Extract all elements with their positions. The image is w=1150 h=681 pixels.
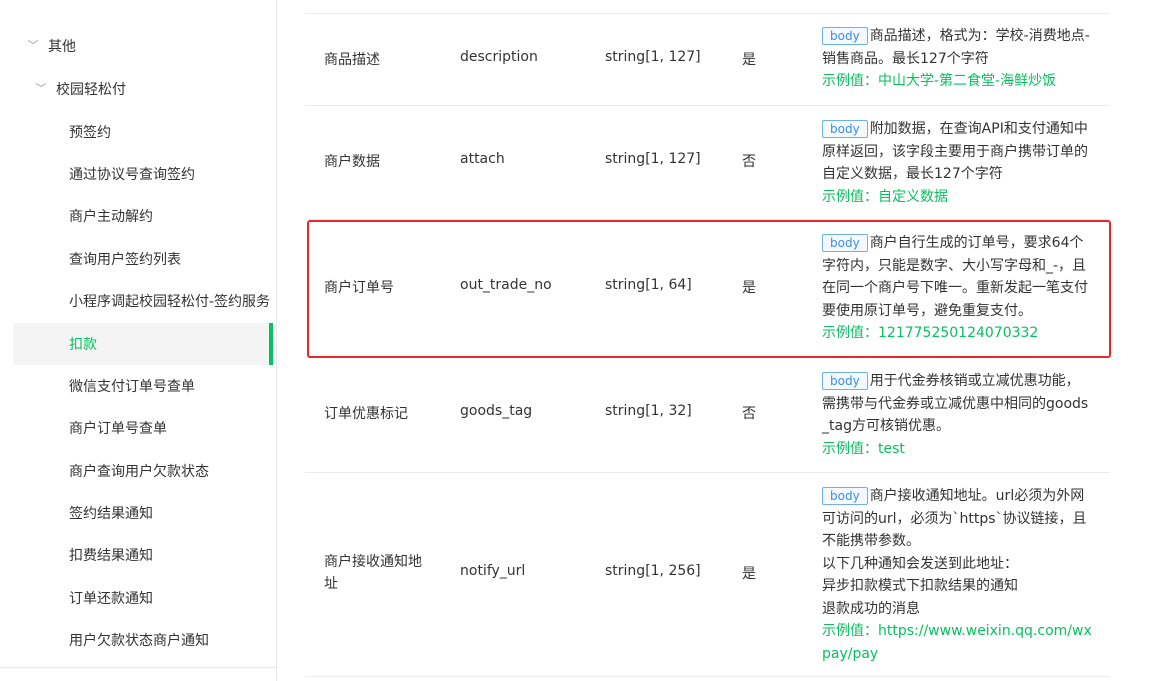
param-required: 是 [742,566,756,582]
sidebar-item-query-sign-by-contract[interactable]: 通过协议号查询签约 [0,153,345,195]
body-badge: body [822,372,868,390]
param-name: 商户订单号 [324,280,394,296]
table-row: 商户接收通知地 址 notify_url string[1, 256] 是 bo… [305,473,1110,677]
sidebar-item-label: 预签约 [69,125,111,141]
param-type: string[1, 64] [605,277,692,293]
sidebar-item-label: 小程序调起校园轻松付-签约服务 [69,294,271,310]
chevron-down-icon: ﹀ [35,82,47,95]
sidebar-item-debt-status-notify[interactable]: 用户欠款状态商户通知 [0,619,345,661]
desc-line: 异步扣款模式下扣款结果的通知 [822,578,1018,594]
param-name-line: 商户接收通知地 [324,554,422,570]
desc-line: 销售商品。最长127个字符 [822,50,989,67]
example-value: 示例值：中山大学-第二食堂-海鲜炒饭 [822,73,1057,89]
desc-line: 以下几种通知会发送到此地址： [822,555,1018,572]
example-value: 示例值：test [822,440,905,457]
param-type: string[1, 127] [605,151,701,167]
sidebar-item-label: 商户查询用户欠款状态 [69,464,209,480]
sidebar-item-deduct-result-notify[interactable]: 扣费结果通知 [0,534,345,576]
param-key: attach [460,151,505,167]
table-row: 商品描述 description string[1, 127] 是 body 商品… [305,14,1110,106]
sidebar-item-query-by-wx-order[interactable]: 微信支付订单号查单 [0,365,345,407]
table-row: 订单优惠标记 goods_tag string[1, 32] 否 body 用于代… [305,358,1110,473]
param-name: 商品描述 [324,52,380,68]
sidebar-item-repay-notify[interactable]: 订单还款通知 [0,577,345,619]
desc-line: 要使用原订单号，避免重复支付。 [822,302,1032,319]
example-value: 示例值：121775250124070332 [822,325,1039,341]
sidebar-item-sign-result-notify[interactable]: 签约结果通知 [0,492,345,534]
desc-line: 商户接收通知地址。url必须为外网 [869,488,1085,504]
sidebar-group-campus-pay[interactable]: ﹀ 校园轻松付 [0,68,310,110]
desc-line: 在同一个商户号下唯一。重新发起一笔支付 [822,280,1088,296]
sidebar-group-label: 校园轻松付 [56,82,126,98]
desc-line: 商户自行生成的订单号，要求64个 [869,235,1084,251]
sidebar-group-label: 其他 [48,39,76,55]
param-key: notify_url [460,563,526,579]
table-row: 商户订单号 out_trade_no string[1, 64] 是 body 商… [305,220,1110,358]
sidebar-item-label: 通过协议号查询签约 [69,167,195,183]
desc-line: 可访问的url，必须为`https`协议链接，且 [822,510,1087,527]
example-value: 示例值：自定义数据 [822,188,948,205]
param-description: body 商品描述，格式为：学校-消费地点- 销售商品。最长127个字符 示例值：… [822,25,1094,93]
desc-line: 商品描述，格式为：学校-消费地点- [869,28,1090,44]
desc-line: _tag方可核销优惠。 [822,418,950,434]
sidebar-item-label: 用户欠款状态商户通知 [69,633,209,649]
sidebar-item-query-sign-list[interactable]: 查询用户签约列表 [0,238,345,280]
sidebar-item-label: 扣款 [69,337,97,353]
desc-line: 需携带与代金券或立减优惠中相同的goods [822,395,1089,412]
param-required: 是 [742,52,756,68]
sidebar-item-label: 商户订单号查单 [69,421,167,437]
param-name: 商户数据 [324,154,380,170]
param-description: body 商户接收通知地址。url必须为外网 可访问的url，必须为`https`… [822,485,1094,665]
sidebar-item-deduct[interactable]: 扣款 [13,323,273,365]
sidebar-item-query-debt-status[interactable]: 商户查询用户欠款状态 [0,450,345,492]
desc-line: 自定义数据，最长127个字符 [822,166,1003,182]
sidebar-item-label: 签约结果通知 [69,506,153,522]
table-row: 商户数据 attach string[1, 127] 否 body 附加数据，在查… [305,106,1110,220]
sidebar-item-label: 查询用户签约列表 [69,252,181,268]
param-required: 否 [742,154,756,170]
param-name: 商户接收通知地 址 [324,551,434,595]
divider [0,667,276,668]
desc-line: 附加数据，在查询API和支付通知中 [869,121,1088,137]
desc-line: 不能携带参数。 [822,533,920,549]
sidebar-item-query-by-merchant-order[interactable]: 商户订单号查单 [0,407,345,449]
active-indicator [269,323,273,365]
param-description: body 用于代金券核销或立减优惠功能， 需携带与代金券或立减优惠中相同的good… [822,370,1094,460]
desc-line: 用于代金券核销或立减优惠功能， [869,373,1080,389]
param-required: 是 [742,280,756,296]
param-description: body 商户自行生成的订单号，要求64个 字符内，只能是数字、大小写字母和_-，… [822,232,1094,345]
sidebar-item-label: 订单还款通知 [69,591,153,607]
sidebar-item-pre-sign[interactable]: 预签约 [0,111,345,153]
sidebar-item-label: 扣费结果通知 [69,548,153,564]
example-value: pay/pay [822,645,879,662]
param-type: string[1, 127] [605,49,701,65]
param-type: string[1, 256] [605,563,701,579]
sidebar-nav: ﹀ 其他 ﹀ 校园轻松付 预签约 通过协议号查询签约 商户主动解约 查询用户签约… [0,0,277,681]
desc-line: 字符内，只能是数字、大小写字母和_-，且 [822,257,1087,274]
body-badge: body [822,120,868,138]
param-key: description [460,49,538,65]
sidebar-item-miniprogram-sign[interactable]: 小程序调起校园轻松付-签约服务 [0,280,345,322]
body-badge: body [822,487,868,505]
sidebar-item-label: 商户主动解约 [69,209,153,225]
desc-line: 退款成功的消息 [822,600,920,617]
desc-line: 原样返回，该字段主要用于商户携带订单的 [822,143,1088,160]
chevron-down-icon: ﹀ [27,39,39,52]
param-name-line: 址 [324,576,338,592]
sidebar-group-other[interactable]: ﹀ 其他 [0,25,302,67]
body-badge: body [822,27,868,45]
param-type: string[1, 32] [605,403,692,419]
sidebar-item-label: 微信支付订单号查单 [69,379,195,395]
param-key: goods_tag [460,403,533,419]
body-badge: body [822,234,868,252]
example-value: 示例值：https://www.weixin.qq.com/wx [822,623,1092,639]
sidebar-item-merchant-terminate[interactable]: 商户主动解约 [0,195,345,237]
param-name: 订单优惠标记 [324,406,408,422]
param-description: body 附加数据，在查询API和支付通知中 原样返回，该字段主要用于商户携带订单… [822,118,1094,208]
param-required: 否 [742,406,756,422]
param-key: out_trade_no [460,277,552,293]
